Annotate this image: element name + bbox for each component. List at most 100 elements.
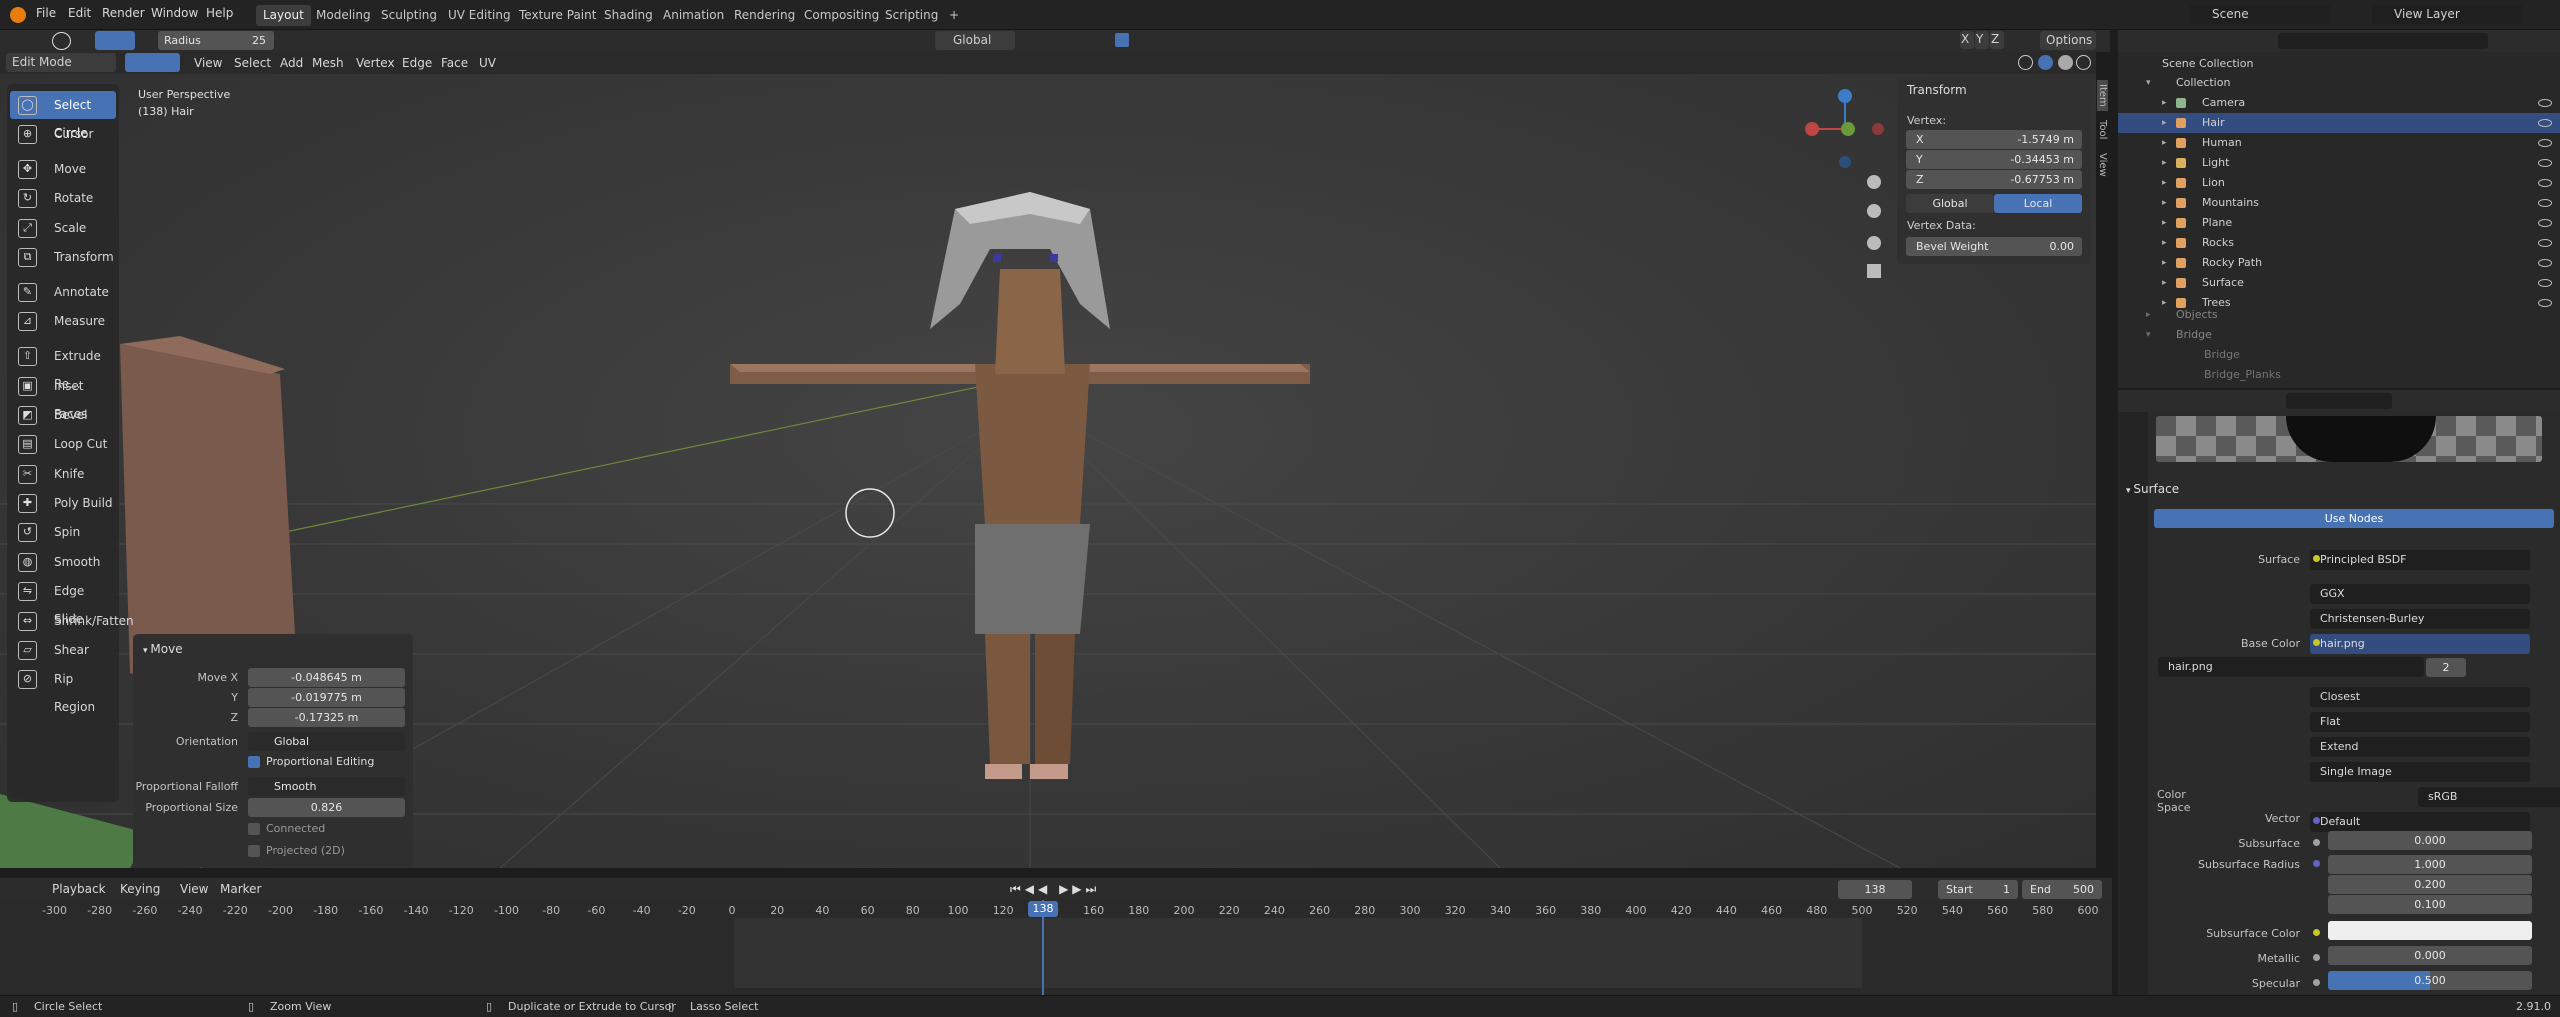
color-space-dropdown[interactable]: sRGB bbox=[2418, 787, 2560, 807]
outliner-bridge-object[interactable]: Bridge bbox=[2118, 345, 2560, 365]
tab-layout[interactable]: Layout bbox=[256, 5, 311, 26]
vector-field[interactable]: Default bbox=[2310, 812, 2530, 832]
playhead-frame-label[interactable]: 138 bbox=[1028, 901, 1058, 917]
move-orientation-dropdown[interactable]: Global bbox=[248, 732, 405, 751]
tool-rip-region[interactable]: ⊘ Rip Region bbox=[10, 665, 116, 714]
end-frame-field[interactable]: End 500 bbox=[2022, 880, 2102, 899]
outliner-bridge-planks[interactable]: Bridge_Planks bbox=[2118, 365, 2560, 385]
image-option-1[interactable]: Flat bbox=[2310, 712, 2530, 732]
vertex-x-field[interactable]: X -1.5749 m bbox=[1906, 130, 2082, 149]
shading-wire-icon[interactable] bbox=[2018, 55, 2033, 70]
outliner-item-rocky-path[interactable]: ▸ Rocky Path bbox=[2118, 253, 2560, 273]
outliner-item-rocks[interactable]: ▸ Rocks bbox=[2118, 233, 2560, 253]
tool-poly-build[interactable]: ✚ Poly Build bbox=[10, 489, 116, 517]
viewport-menu-vertex[interactable]: Vertex bbox=[356, 56, 395, 70]
outliner-item-mountains[interactable]: ▸ Mountains bbox=[2118, 193, 2560, 213]
tool-select-circle[interactable]: ◯ Select Circle bbox=[10, 91, 116, 140]
menu-window[interactable]: Window bbox=[151, 6, 198, 20]
menu-edit[interactable]: Edit bbox=[68, 6, 91, 20]
vertex-y-field[interactable]: Y -0.34453 m bbox=[1906, 150, 2082, 169]
tool-knife[interactable]: ✂ Knife bbox=[10, 460, 116, 488]
scene-selector[interactable]: Scene bbox=[2190, 5, 2330, 24]
circle-select-icon[interactable] bbox=[52, 32, 71, 50]
tool-shrink-fatten[interactable]: ⇔ Shrink/Fatten bbox=[10, 607, 134, 635]
tool-extrude-re[interactable]: ⇧ Extrude Re... bbox=[10, 342, 116, 391]
prop-value-2[interactable]: Christensen-Burley bbox=[2310, 609, 2530, 629]
tab-tool[interactable]: Tool bbox=[2097, 114, 2108, 145]
metallic-field[interactable]: 0.000 bbox=[2328, 946, 2532, 965]
viewport-menu-mesh[interactable]: Mesh bbox=[312, 56, 344, 70]
current-frame-field[interactable]: 138 bbox=[1838, 880, 1912, 899]
outliner-item-human[interactable]: ▸ Human bbox=[2118, 133, 2560, 153]
prop-value-0[interactable]: Principled BSDF bbox=[2310, 550, 2530, 570]
surface-section-header[interactable]: ▾ Surface bbox=[2126, 482, 2179, 496]
image-users-count[interactable]: 2 bbox=[2426, 658, 2466, 677]
tool-annotate[interactable]: ✎ Annotate bbox=[10, 278, 116, 306]
tool-cursor[interactable]: ⊕ Cursor bbox=[10, 120, 116, 148]
visibility-eye-icon[interactable] bbox=[2538, 299, 2552, 307]
image-option-2[interactable]: Extend bbox=[2310, 737, 2530, 757]
proportional-size-field[interactable]: 0.826 bbox=[248, 798, 405, 817]
radius-field[interactable]: Radius 25 bbox=[158, 31, 274, 50]
axis-y-toggle[interactable]: Y bbox=[1975, 31, 1989, 49]
tab-modeling[interactable]: Modeling bbox=[309, 5, 378, 26]
outliner-item-trees[interactable]: ▸ Trees bbox=[2118, 293, 2560, 313]
viewport-menu-add[interactable]: Add bbox=[280, 56, 303, 70]
visibility-eye-icon[interactable] bbox=[2538, 239, 2552, 247]
shading-solid-icon[interactable] bbox=[2038, 55, 2053, 70]
outliner-item-lion[interactable]: ▸ Lion bbox=[2118, 173, 2560, 193]
visibility-eye-icon[interactable] bbox=[2538, 199, 2552, 207]
options-dropdown[interactable]: Options bbox=[2040, 31, 2096, 50]
subsurface-radius-y[interactable]: 0.200 bbox=[2328, 875, 2532, 894]
tab-rendering[interactable]: Rendering bbox=[727, 5, 802, 26]
viewport-menu-face[interactable]: Face bbox=[441, 56, 468, 70]
blender-logo-icon[interactable] bbox=[10, 7, 26, 23]
shading-material-icon[interactable] bbox=[2058, 55, 2073, 70]
tool-inset-faces[interactable]: ▣ Inset Faces bbox=[10, 372, 116, 421]
prop-value-3[interactable]: hair.png bbox=[2310, 634, 2530, 654]
falloff-dropdown[interactable]: Smooth bbox=[248, 777, 405, 796]
view-layer-selector[interactable]: View Layer bbox=[2372, 5, 2522, 24]
visibility-eye-icon[interactable] bbox=[2538, 219, 2552, 227]
image-name-field[interactable]: hair.png bbox=[2158, 657, 2424, 677]
move-x-field[interactable]: -0.048645 m bbox=[248, 668, 405, 687]
viewport-menu-edge[interactable]: Edge bbox=[402, 56, 432, 70]
tab-shading[interactable]: Shading bbox=[597, 5, 660, 26]
tool-smooth[interactable]: ◍ Smooth bbox=[10, 548, 116, 576]
move-y-field[interactable]: -0.019775 m bbox=[248, 688, 405, 707]
global-toggle[interactable]: Global bbox=[1906, 194, 1994, 213]
timeline-menu-playback[interactable]: Playback bbox=[52, 882, 106, 896]
tab-texture-paint[interactable]: Texture Paint bbox=[512, 5, 603, 26]
prop-value-1[interactable]: GGX bbox=[2310, 584, 2530, 604]
select-mode-buttons[interactable] bbox=[95, 31, 135, 50]
visibility-eye-icon[interactable] bbox=[2538, 159, 2552, 167]
tool-edge-slide[interactable]: ⇋ Edge Slide bbox=[10, 577, 116, 626]
connected-checkbox[interactable] bbox=[248, 823, 260, 835]
timeline-menu-marker[interactable]: Marker bbox=[220, 882, 261, 896]
outliner-item-plane[interactable]: ▸ Plane bbox=[2118, 213, 2560, 233]
use-nodes-button[interactable]: Use Nodes bbox=[2154, 509, 2554, 528]
subsurface-field[interactable]: 0.000 bbox=[2328, 831, 2532, 850]
outliner-scene-collection[interactable]: Scene Collection bbox=[2118, 54, 2560, 74]
viewport-menu-view[interactable]: View bbox=[194, 56, 222, 70]
tab-scripting[interactable]: Scripting bbox=[878, 5, 945, 26]
image-option-3[interactable]: Single Image bbox=[2310, 762, 2530, 782]
orientation-dropdown[interactable]: Global bbox=[935, 31, 1015, 50]
mode-dropdown[interactable]: Edit Mode bbox=[6, 53, 116, 72]
timeline-menu-keying[interactable]: Keying bbox=[120, 882, 160, 896]
sidebar-tabs[interactable]: Item Tool View bbox=[2094, 80, 2108, 200]
axis-x-toggle[interactable]: X bbox=[1960, 31, 1974, 49]
outliner-item-light[interactable]: ▸ Light bbox=[2118, 153, 2560, 173]
viewport-menu-select[interactable]: Select bbox=[234, 56, 271, 70]
visibility-eye-icon[interactable] bbox=[2538, 139, 2552, 147]
viewport-menu-uv[interactable]: UV bbox=[479, 56, 496, 70]
outliner-item-camera[interactable]: ▸ Camera bbox=[2118, 93, 2560, 113]
add-workspace-button[interactable]: + bbox=[942, 5, 966, 26]
move-z-field[interactable]: -0.17325 m bbox=[248, 708, 405, 727]
tool-bevel[interactable]: ◩ Bevel bbox=[10, 401, 116, 429]
tool-shear[interactable]: ▱ Shear bbox=[10, 636, 116, 664]
outliner-search-input[interactable] bbox=[2278, 33, 2488, 49]
tab-view[interactable]: View bbox=[2097, 149, 2108, 181]
image-option-0[interactable]: Closest bbox=[2310, 687, 2530, 707]
tool-spin[interactable]: ↺ Spin bbox=[10, 518, 116, 546]
